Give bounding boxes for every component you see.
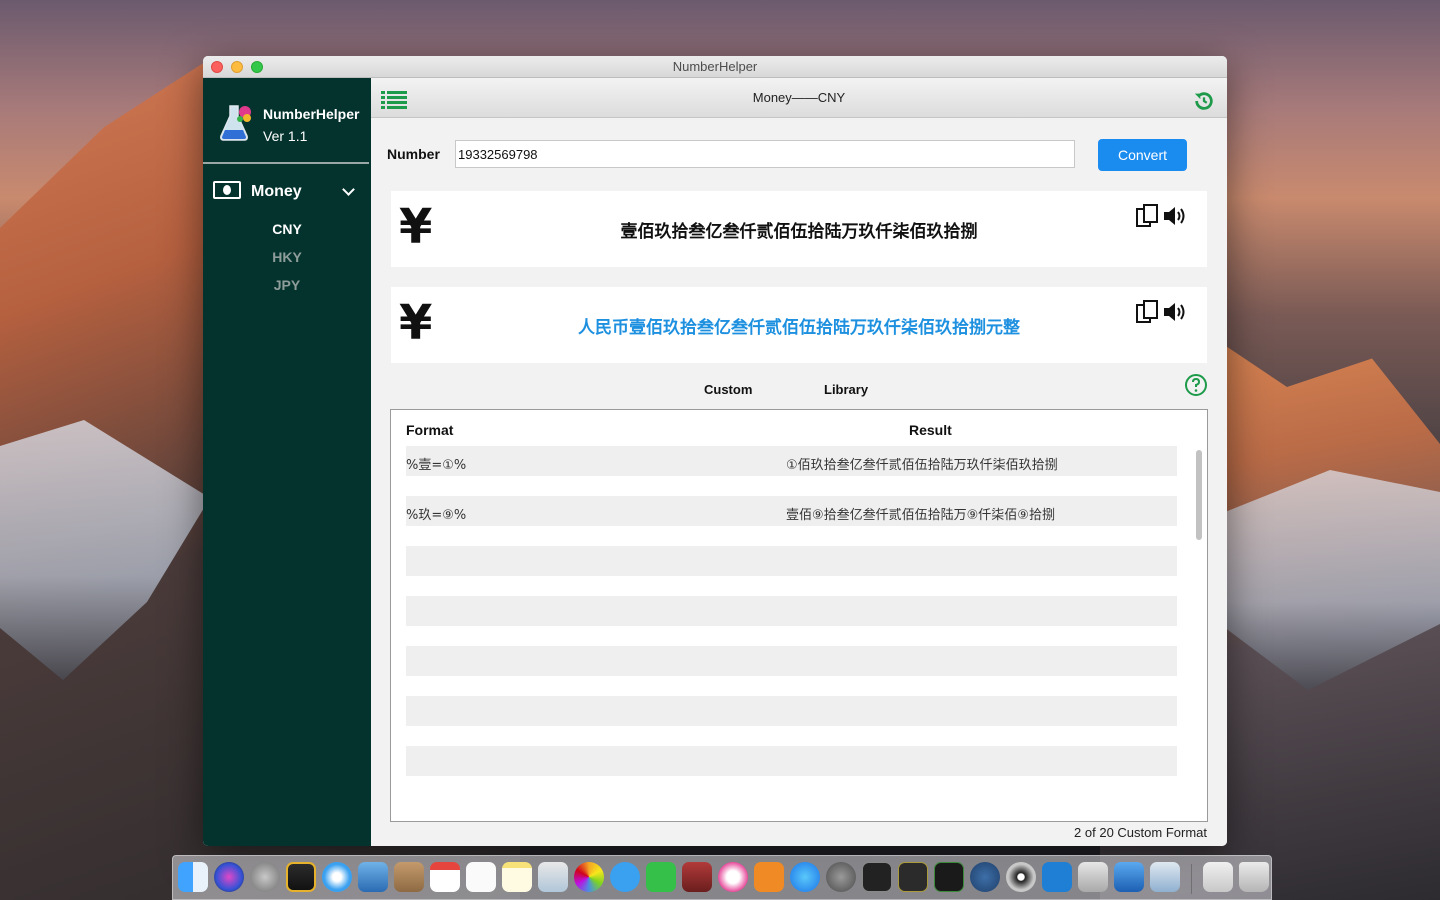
- facetime-icon[interactable]: [646, 862, 676, 892]
- format-table: Format Result %壹=①% ①佰玖拾叁亿叁仟贰佰伍拾陆万玖仟柒佰玖拾…: [390, 409, 1208, 822]
- sidebar-item-hky[interactable]: HKY: [203, 249, 371, 265]
- number-label: Number: [387, 146, 440, 162]
- result-card-plain: ¥ 壹佰玖拾叁亿叁仟贰佰伍拾陆万玖仟柒佰玖拾捌: [391, 191, 1207, 267]
- chevron-down-icon[interactable]: [342, 183, 355, 196]
- dock-separator: [1191, 864, 1192, 894]
- app-version: Ver 1.1: [263, 128, 308, 144]
- app-name: NumberHelper: [263, 106, 360, 122]
- convert-button[interactable]: Convert: [1098, 139, 1187, 171]
- siri-icon[interactable]: [214, 862, 244, 892]
- table-scrollbar[interactable]: [1195, 450, 1203, 798]
- column-header-format[interactable]: Format: [406, 422, 453, 438]
- xcode-icon[interactable]: [1114, 862, 1144, 892]
- zoom-button[interactable]: [251, 61, 263, 73]
- sidebar-item-jpy[interactable]: JPY: [203, 277, 371, 293]
- help-icon[interactable]: [1184, 373, 1208, 397]
- tab-custom[interactable]: Custom: [704, 382, 752, 397]
- copy-icon[interactable]: [1135, 203, 1161, 229]
- main-content: Number Convert ¥ 壹佰玖拾叁亿叁仟贰佰伍拾陆万玖仟柒佰玖拾捌 ¥…: [371, 118, 1227, 846]
- cell-result: ①佰玖拾叁亿叁仟贰佰伍拾陆万玖仟柒佰玖拾捌: [786, 458, 1058, 473]
- table-row-empty[interactable]: [406, 696, 1177, 726]
- table-row[interactable]: %玖=⑨% 壹佰⑨拾叁亿叁仟贰佰伍拾陆万⑨仟柒佰⑨拾捌: [406, 496, 1177, 526]
- sidebar-item-cny[interactable]: CNY: [203, 221, 371, 237]
- sidebar: NumberHelper Ver 1.1 Money CNY HKY JPY: [203, 78, 371, 846]
- dock: [172, 855, 1272, 900]
- terminal-icon[interactable]: [862, 862, 892, 892]
- cell-result: 壹佰⑨拾叁亿叁仟贰佰伍拾陆万⑨仟柒佰⑨拾捌: [786, 508, 1055, 523]
- contacts-icon[interactable]: [394, 862, 424, 892]
- finder-icon[interactable]: [178, 862, 208, 892]
- sourcetree-icon[interactable]: [970, 862, 1000, 892]
- console-icon[interactable]: [898, 862, 928, 892]
- safari-icon[interactable]: [322, 862, 352, 892]
- history-icon[interactable]: [1193, 90, 1215, 112]
- notes-icon[interactable]: [502, 862, 532, 892]
- downloads-icon[interactable]: [1203, 862, 1233, 892]
- table-row-empty[interactable]: [406, 646, 1177, 676]
- speaker-icon[interactable]: [1163, 205, 1189, 227]
- mail-icon[interactable]: [358, 862, 388, 892]
- column-header-result[interactable]: Result: [909, 422, 952, 438]
- table-row-empty[interactable]: [406, 596, 1177, 626]
- script-editor-icon[interactable]: [1078, 862, 1108, 892]
- result-card-rmb: ¥ 人民币壹佰玖拾叁亿叁仟贰佰伍拾陆万玖仟柒佰玖拾捌元整: [391, 287, 1207, 363]
- number-input[interactable]: [455, 140, 1075, 168]
- sidebar-section-money[interactable]: Money: [213, 178, 359, 208]
- mission-control-icon[interactable]: [286, 862, 316, 892]
- table-row[interactable]: %壹=①% ①佰玖拾叁亿叁仟贰佰伍拾陆万玖仟柒佰玖拾捌: [406, 446, 1177, 476]
- app-logo-icon: [220, 105, 251, 141]
- cell-format: %玖=⑨%: [406, 508, 467, 523]
- section-label: Money: [251, 183, 302, 200]
- photo-booth-icon[interactable]: [682, 862, 712, 892]
- window-title: NumberHelper: [672, 59, 758, 74]
- cell-format: %壹=①%: [406, 458, 467, 473]
- tab-library[interactable]: Library: [824, 382, 868, 397]
- preview-icon[interactable]: [538, 862, 568, 892]
- activity-monitor-icon[interactable]: [934, 862, 964, 892]
- title-bar[interactable]: NumberHelper: [203, 56, 1227, 78]
- scrollbar-thumb[interactable]: [1196, 450, 1202, 540]
- numberhelper-icon[interactable]: [1150, 862, 1180, 892]
- dvd-player-icon[interactable]: [1006, 862, 1036, 892]
- photos-icon[interactable]: [574, 862, 604, 892]
- table-row-empty[interactable]: [406, 546, 1177, 576]
- yen-icon: ¥: [399, 199, 433, 255]
- launchpad-icon[interactable]: [250, 862, 280, 892]
- ibooks-icon[interactable]: [754, 862, 784, 892]
- reminders-icon[interactable]: [466, 862, 496, 892]
- system-preferences-icon[interactable]: [826, 862, 856, 892]
- trash-icon[interactable]: [1239, 862, 1269, 892]
- table-row-empty[interactable]: [406, 746, 1177, 776]
- copy-icon[interactable]: [1135, 299, 1161, 325]
- banknote-icon: [213, 181, 241, 199]
- toolbar-title: Money——CNY: [752, 90, 846, 105]
- vscode-icon[interactable]: [1042, 862, 1072, 892]
- itunes-icon[interactable]: [718, 862, 748, 892]
- sidebar-divider: [203, 162, 369, 164]
- minimize-button[interactable]: [231, 61, 243, 73]
- close-button[interactable]: [211, 61, 223, 73]
- custom-format-count: 2 of 20 Custom Format: [1074, 825, 1207, 840]
- result-text: 壹佰玖拾叁亿叁仟贰佰伍拾陆万玖仟柒佰玖拾捌: [620, 222, 978, 242]
- calendar-icon[interactable]: [430, 862, 460, 892]
- yen-icon: ¥: [399, 295, 433, 351]
- result-text-rmb: 人民币壹佰玖拾叁亿叁仟贰佰伍拾陆万玖仟柒佰玖拾捌元整: [578, 318, 1020, 338]
- speaker-icon[interactable]: [1163, 301, 1189, 323]
- app-store-icon[interactable]: [790, 862, 820, 892]
- toolbar: Money——CNY: [371, 78, 1227, 118]
- messages-icon[interactable]: [610, 862, 640, 892]
- app-window: NumberHelper NumberHelper Ver 1.1 Money …: [203, 56, 1227, 846]
